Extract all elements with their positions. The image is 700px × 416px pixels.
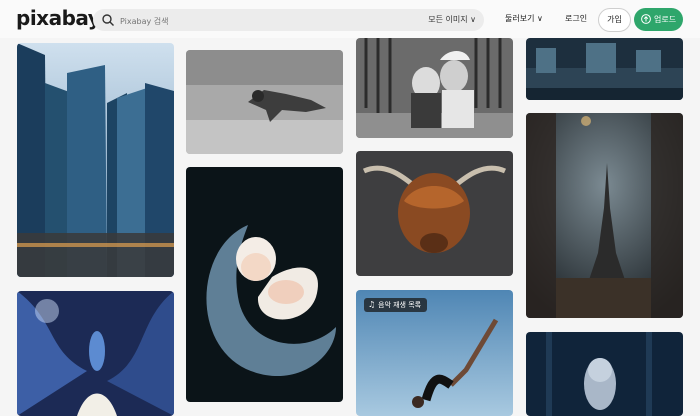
music-playlist-badge[interactable]: ♫ 음악 재생 목록 [364,298,428,312]
children-on-stairs-image[interactable] [356,38,513,138]
upload-icon [641,14,651,24]
search-icon [102,14,114,26]
newborn-moon-image[interactable] [186,167,343,402]
night-town-image[interactable] [526,38,683,100]
pixabay-logo[interactable]: pixabay [16,6,101,30]
join-button[interactable]: 가입 [598,8,631,32]
fantasy-night-art-image[interactable] [17,291,174,416]
upload-button[interactable]: 업로드 [634,8,683,31]
city-skyscrapers-image[interactable] [17,43,174,277]
owl-night-image[interactable] [526,332,683,416]
top-header: pixabay 모든 이미지 ∨ 둘러보기 ∨ 로그인 가입 업로드 [0,0,700,38]
explore-menu[interactable]: 둘러보기 ∨ [505,13,543,24]
eiffel-tower-image[interactable] [526,113,683,318]
login-link[interactable]: 로그인 [565,13,587,24]
yoga-pose-image[interactable]: ♫ 음악 재생 목록 [356,290,513,416]
wolf-running-image[interactable] [186,50,343,154]
upload-label: 업로드 [654,15,677,24]
search-bar[interactable]: 모든 이미지 ∨ [93,9,484,31]
image-type-dropdown[interactable]: 모든 이미지 ∨ [428,14,476,25]
highland-cow-image[interactable] [356,151,513,276]
music-playlist-label: 음악 재생 목록 [378,301,422,309]
search-input[interactable] [118,12,372,30]
music-note-icon: ♫ [368,300,376,309]
